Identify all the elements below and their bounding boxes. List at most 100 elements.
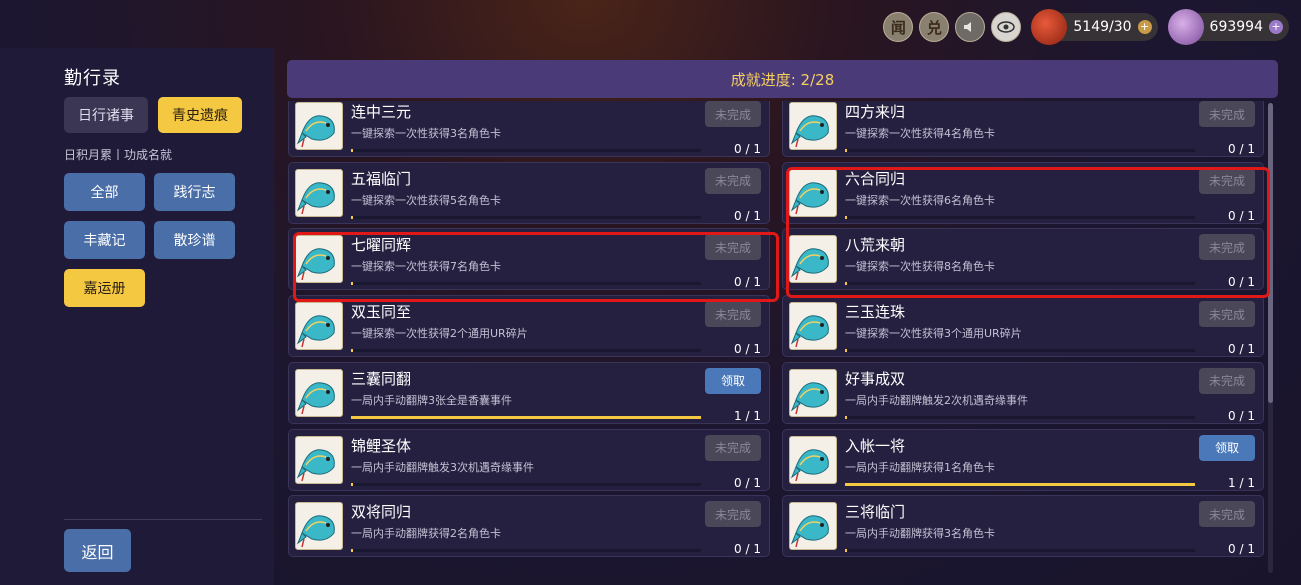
achievement-desc: 一键探索一次性获得3名角色卡 [351,127,501,140]
koi-fish-icon [295,102,343,150]
achievement-card: 入帐一将 一局内手动翻牌获得1名角色卡 领取 1 / 1 [782,428,1264,491]
sound-toggle-icon[interactable] [955,12,986,42]
achievement-desc: 一键探索一次性获得8名角色卡 [845,260,995,274]
incomplete-badge: 未完成 [1199,101,1255,127]
achievement-list[interactable]: 连中三元 一键探索一次性获得3名角色卡 未完成 0 / 1 四方来归 一键探索一次性获得4… [288,101,1274,575]
progress-count: 0 / 1 [1228,408,1255,423]
achievement-progress: 成就进度: 2/28 [287,60,1278,98]
achievement-desc: 一键探索一次性获得3个通用UR碎片 [845,327,1022,341]
progress-count: 0 / 1 [1228,275,1255,290]
scrollbar-thumb[interactable] [1268,103,1273,403]
achievement-card: 六合同归一键探索一次性获得6名角色卡 未完成 0 / 1 [782,161,1264,224]
achievement-card: 八荒来朝 一键探索一次性获得8名角色卡 未完成 0 / 1 [782,228,1264,291]
filter-all[interactable]: 全部 [64,173,145,211]
progress-bar [351,349,701,353]
incomplete-badge: 未完成 [705,434,761,461]
achievement-desc: 一局内手动翻牌获得1名角色卡 [845,460,995,474]
achievement-desc: 一键探索一次性获得5名角色卡 [351,193,501,207]
koi-fish-icon [295,235,343,284]
filter-collection[interactable]: 丰藏记 [64,221,145,259]
achievement-name: 三将临门 [845,503,906,522]
progress-bar [351,215,701,219]
achievement-desc: 一局内手动翻牌3张全是香囊事件 [351,393,512,407]
currency-character-value: 693994 [1209,19,1263,35]
news-button[interactable]: 闻 [883,12,914,42]
claim-button[interactable]: 领取 [705,367,761,394]
achievement-desc: 一键探索一次性获得2个通用UR碎片 [351,327,528,341]
achievement-desc: 一键探索一次性获得6名角色卡 [845,193,995,207]
panel-subtitle: 日积月累丨功成名就 [64,148,173,162]
progress-bar [351,415,701,419]
top-bar: 闻 兑 5149/30 + 693994 + [883,9,1289,45]
add-bag-button[interactable]: + [1137,20,1152,34]
progress-bar [351,482,701,486]
currency-character[interactable]: 693994 + [1167,9,1289,45]
incomplete-badge: 未完成 [1199,167,1255,194]
progress-bar [351,549,701,553]
koi-fish-icon [295,502,343,551]
incomplete-badge: 未完成 [705,234,761,261]
incomplete-badge: 未完成 [705,301,761,328]
eye-icon[interactable] [991,12,1022,42]
incomplete-badge: 未完成 [705,167,761,194]
achievement-card: 双将同归 一局内手动翻牌获得2名角色卡 未完成 0 / 1 [288,495,770,558]
achievement-card: 七曜同辉一键探索一次性获得7名角色卡 未完成 0 / 1 [288,228,770,291]
koi-fish-icon [789,502,837,551]
tab-daily[interactable]: 日行诸事 [64,97,148,133]
progress-count: 0 / 1 [734,142,761,156]
panel-title: 勤行录 [64,68,121,89]
scrollbar[interactable] [1268,103,1273,573]
left-panel: 勤行录 日行诸事 青史遗痕 日积月累丨功成名就 全部 践行志 丰藏记 散珍谱 嘉… [0,48,274,585]
progress-bar [351,149,701,152]
achievement-desc: 一局内手动翻牌触发2次机遇奇缘事件 [845,393,1028,407]
add-character-button[interactable]: + [1269,20,1283,34]
exchange-button[interactable]: 兑 [919,12,950,42]
incomplete-badge: 未完成 [705,501,761,528]
progress-count: 0 / 1 [1228,542,1255,557]
achievement-desc: 一键探索一次性获得7名角色卡 [351,260,501,274]
achievement-name: 锦鲤圣体 [351,436,412,455]
achievement-name: 六合同归 [845,169,906,188]
claim-button[interactable]: 领取 [1199,434,1255,461]
progress-count: 0 / 1 [734,542,761,557]
progress-bar [845,415,1195,419]
progress-count: 0 / 1 [1228,342,1255,357]
filter-practice[interactable]: 践行志 [154,173,235,211]
koi-fish-icon [789,235,837,284]
achievement-card: 连中三元 一键探索一次性获得3名角色卡 未完成 0 / 1 [288,101,770,157]
koi-fish-icon [789,435,837,484]
achievement-card: 五福临门 一键探索一次性获得5名角色卡 未完成 0 / 1 [288,161,770,224]
achievement-name: 三玉连珠 [845,303,906,322]
achievement-card: 四方来归一键探索一次性获得4名角色卡 未完成 0 / 1 [782,101,1264,157]
achievement-card: 三将临门 一局内手动翻牌获得3名角色卡 未完成 0 / 1 [782,495,1264,558]
filter-treasure[interactable]: 散珍谱 [154,221,235,259]
achievement-name: 四方来归 [845,103,906,121]
koi-fish-icon [789,168,837,217]
progress-count: 0 / 1 [1228,142,1255,156]
character-avatar-icon [1167,9,1204,45]
progress-count: 0 / 1 [734,275,761,290]
divider [64,519,262,520]
achievement-name: 七曜同辉 [351,236,412,255]
filter-fortune[interactable]: 嘉运册 [64,269,145,307]
achievement-card: 好事成双 一局内手动翻牌触发2次机遇奇缘事件 未完成 0 / 1 [782,361,1264,424]
progress-count: 0 / 1 [734,208,761,223]
progress-count: 0 / 1 [1228,208,1255,223]
red-bag-icon [1031,9,1068,45]
progress-count: 0 / 1 [734,342,761,357]
achievement-name: 入帐一将 [845,436,906,455]
tab-history[interactable]: 青史遗痕 [158,97,242,133]
progress-bar [845,215,1195,219]
achievement-card: 双玉同至一键探索一次性获得2个通用UR碎片 未完成 0 / 1 [288,295,770,358]
progress-bar [845,149,1195,152]
achievement-desc: 一键探索一次性获得4名角色卡 [845,127,995,140]
achievement-name: 好事成双 [845,369,906,388]
achievement-name: 八荒来朝 [845,236,906,255]
achievement-card: 三囊同翻 一局内手动翻牌3张全是香囊事件 领取 1 / 1 [288,361,770,424]
achievement-desc: 一局内手动翻牌获得3名角色卡 [845,527,995,541]
koi-fish-icon [295,168,343,217]
currency-bag[interactable]: 5149/30 + [1031,9,1158,45]
achievement-name: 三囊同翻 [351,369,412,388]
back-button[interactable]: 返回 [64,529,131,572]
achievement-name: 双玉同至 [351,303,412,322]
